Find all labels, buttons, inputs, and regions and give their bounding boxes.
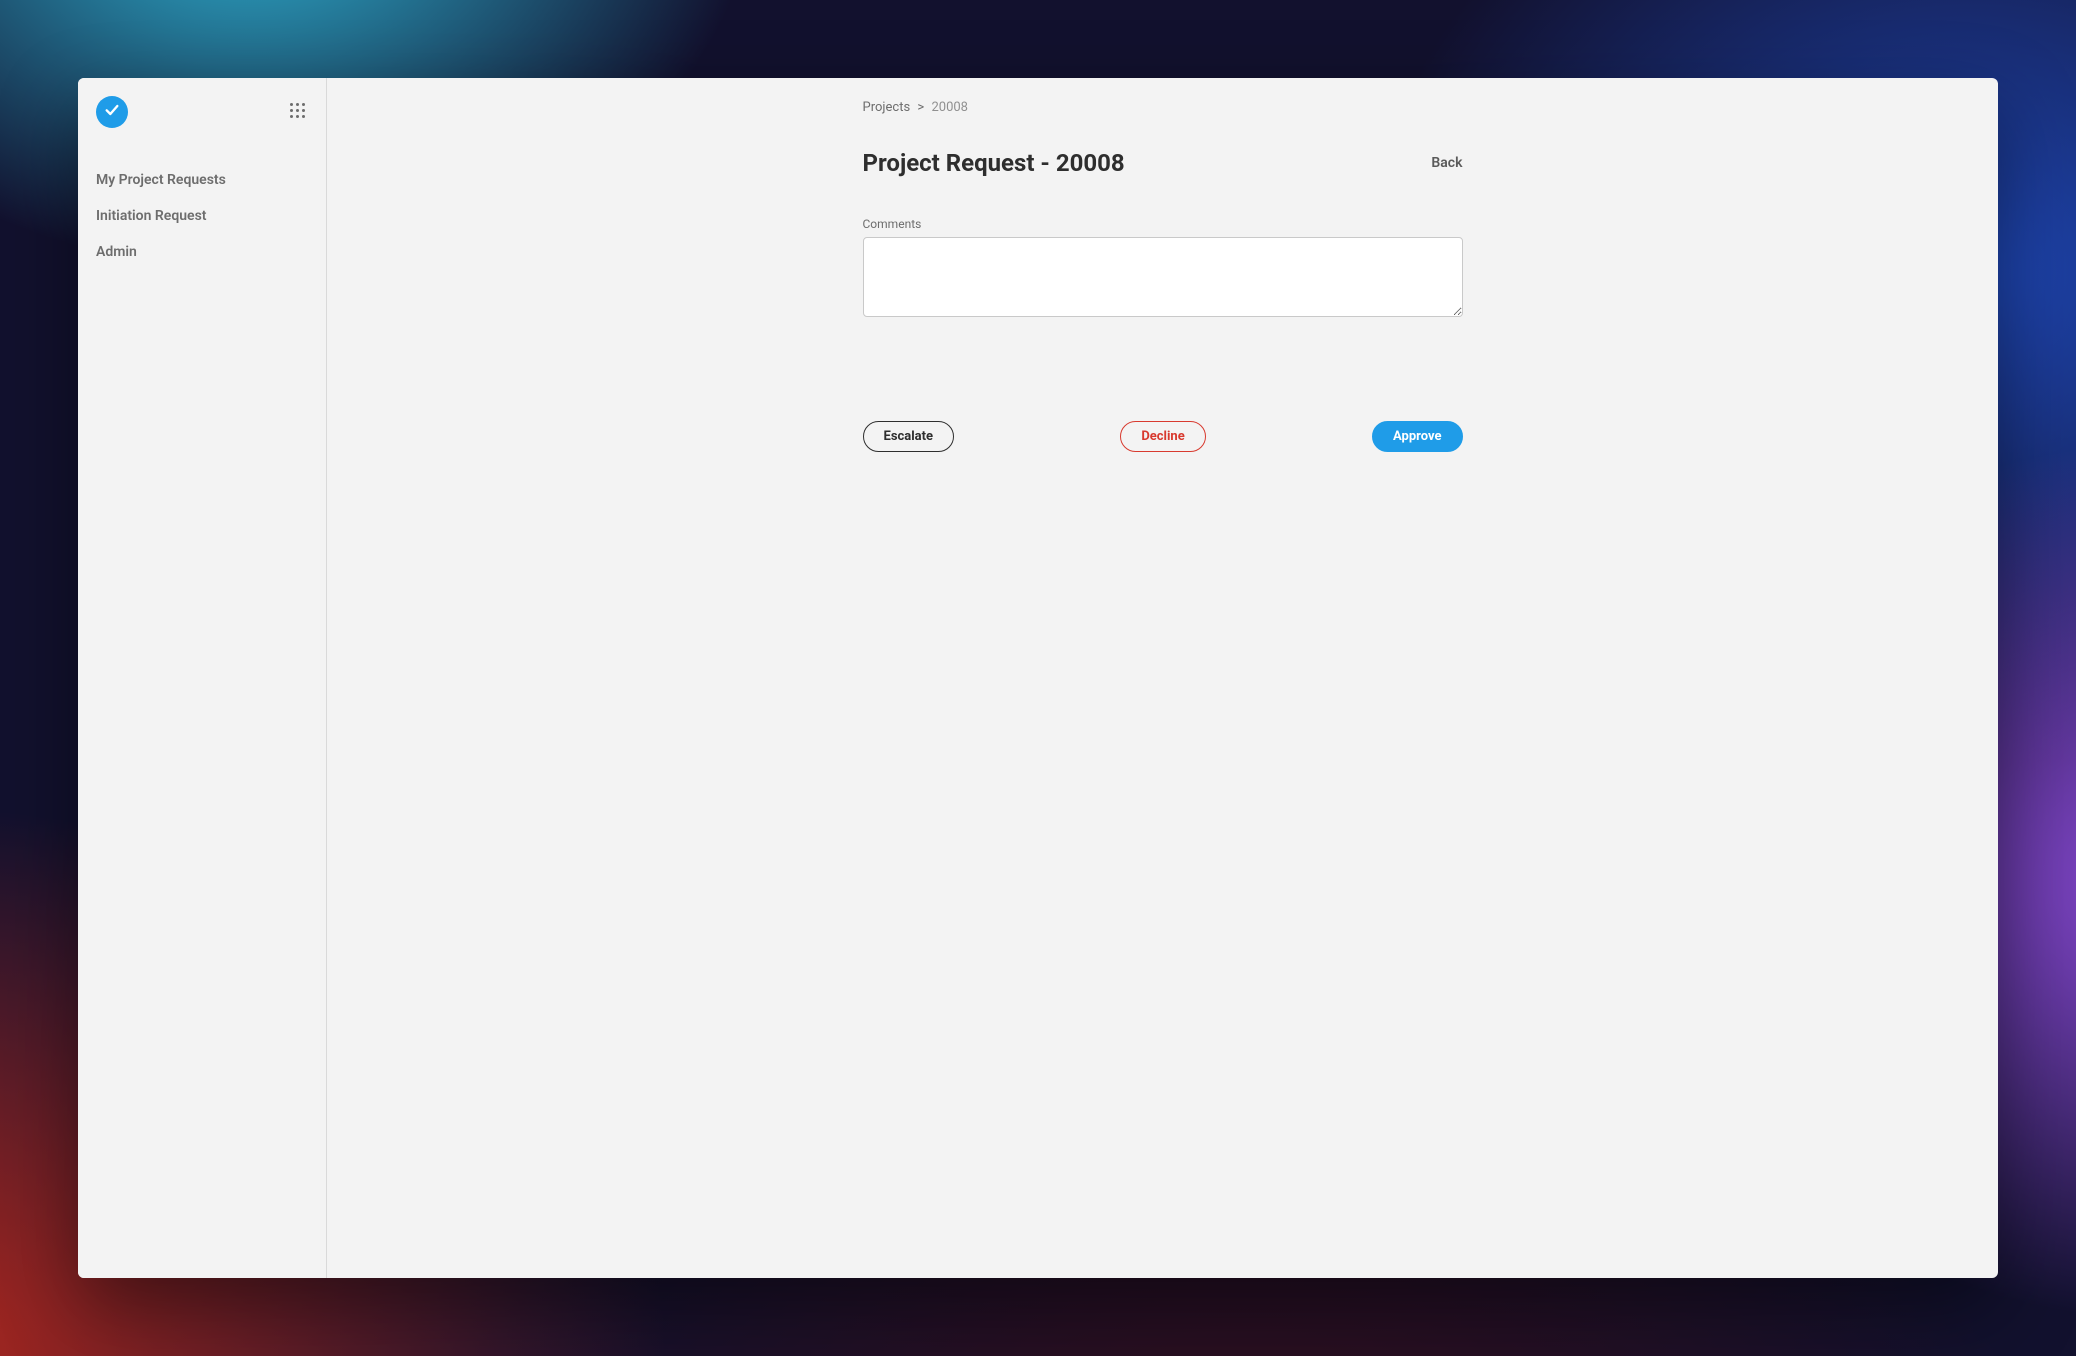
title-row: Project Request - 20008 Back (863, 149, 1463, 177)
comments-label: Comments (863, 217, 1463, 231)
sidebar-nav: My Project Requests Initiation Request A… (96, 162, 308, 270)
main-content: Projects > 20008 Project Request - 20008… (327, 78, 1998, 1278)
apps-grid-icon[interactable] (290, 103, 308, 121)
sidebar-header (96, 96, 308, 128)
comments-input[interactable] (863, 237, 1463, 317)
decline-button[interactable]: Decline (1120, 421, 1205, 452)
sidebar-item-label: Initiation Request (96, 208, 207, 224)
app-logo[interactable] (96, 96, 128, 128)
sidebar-item-admin[interactable]: Admin (96, 234, 308, 270)
action-row: Escalate Decline Approve (863, 421, 1463, 452)
breadcrumb-current: 20008 (931, 100, 968, 115)
sidebar: My Project Requests Initiation Request A… (78, 78, 327, 1278)
back-button[interactable]: Back (1431, 155, 1462, 171)
approve-button[interactable]: Approve (1372, 421, 1462, 452)
sidebar-item-label: Admin (96, 244, 137, 260)
breadcrumb: Projects > 20008 (863, 100, 1463, 115)
page-title: Project Request - 20008 (863, 149, 1125, 177)
breadcrumb-separator: > (917, 100, 924, 115)
check-icon (104, 102, 120, 122)
breadcrumb-root[interactable]: Projects (863, 100, 911, 115)
escalate-button[interactable]: Escalate (863, 421, 955, 452)
sidebar-item-my-project-requests[interactable]: My Project Requests (96, 162, 308, 198)
content-column: Projects > 20008 Project Request - 20008… (863, 100, 1463, 452)
app-window: My Project Requests Initiation Request A… (78, 78, 1998, 1278)
sidebar-item-initiation-request[interactable]: Initiation Request (96, 198, 308, 234)
sidebar-item-label: My Project Requests (96, 172, 226, 188)
